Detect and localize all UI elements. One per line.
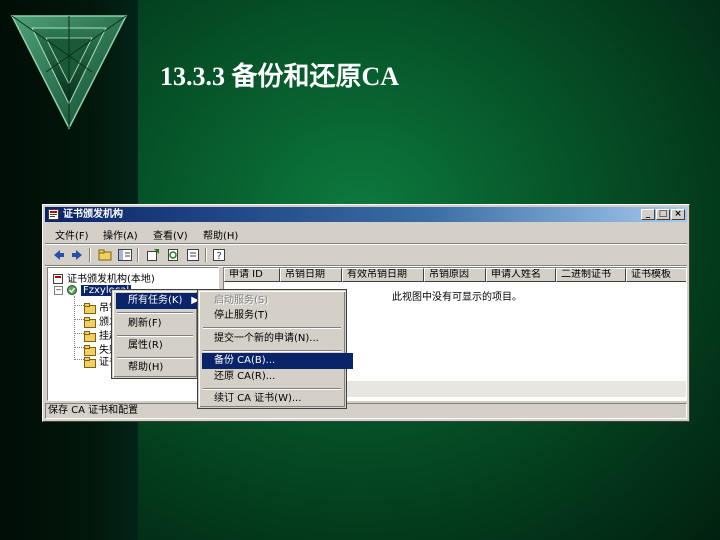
console-tree-icon[interactable] <box>117 247 133 263</box>
status-bar: 保存 CA 证书和配置 <box>45 403 687 419</box>
column-header[interactable]: 吊销日期 <box>280 268 342 282</box>
tree-guide-line <box>74 305 84 306</box>
menu-item-help[interactable]: 帮助(H) <box>116 360 205 376</box>
help-icon[interactable]: ? <box>211 247 227 263</box>
menu-item-renew-ca-cert[interactable]: 续订 CA 证书(W)... <box>202 391 353 407</box>
menu-item-label: 停止服务(T) <box>214 310 268 321</box>
menu-separator <box>117 357 193 359</box>
back-icon[interactable] <box>51 247 67 263</box>
window-titlebar[interactable]: 证书颁发机构 _ □ × <box>45 207 687 222</box>
slide-title: 13.3.3 备份和还原CA <box>160 62 400 91</box>
folder-icon <box>84 356 96 368</box>
menu-item-label: 续订 CA 证书(W)... <box>214 393 302 404</box>
window-title: 证书颁发机构 <box>63 209 123 220</box>
empty-list-message: 此视图中没有可显示的项目。 <box>392 292 522 303</box>
folder-icon <box>84 316 96 328</box>
column-header[interactable]: 申请人姓名 <box>486 268 556 282</box>
up-folder-icon[interactable] <box>97 247 113 263</box>
tree-guide-line <box>74 319 84 320</box>
tree-collapse-toggle[interactable]: − <box>54 286 63 295</box>
menu-item-label: 属性(R) <box>128 340 163 351</box>
forward-icon[interactable] <box>69 247 85 263</box>
menu-item-refresh[interactable]: 刷新(F) <box>116 316 205 332</box>
tree-guide-line <box>74 359 84 360</box>
menu-item-label: 帮助(H) <box>128 362 164 373</box>
toolbar-divider <box>205 248 207 262</box>
menu-separator <box>203 388 341 390</box>
folder-icon <box>84 302 96 314</box>
menu-separator <box>203 350 341 352</box>
tree-root[interactable]: 证书颁发机构(本地) <box>52 270 155 285</box>
menu-bar: 文件(F) 操作(A) 查看(V) 帮助(H) <box>45 224 687 242</box>
triangle-emblem-icon <box>10 15 128 130</box>
menu-item-label: 提交一个新的申请(N)... <box>214 333 319 344</box>
toolbar-divider <box>89 248 91 262</box>
tree-guide-line <box>74 347 84 348</box>
svg-text:?: ? <box>217 251 222 262</box>
minimize-button[interactable]: _ <box>641 209 655 220</box>
menu-action[interactable]: 操作(A) <box>103 227 138 242</box>
menu-view[interactable]: 查看(V) <box>153 227 188 242</box>
ca-server-icon <box>53 274 63 284</box>
menu-separator <box>203 327 341 329</box>
folder-icon <box>84 330 96 342</box>
menu-separator <box>117 312 193 314</box>
maximize-button[interactable]: □ <box>656 209 670 220</box>
menu-item-stop-service[interactable]: 停止服务(T) <box>202 308 353 324</box>
menu-item-properties[interactable]: 属性(R) <box>116 338 205 354</box>
app-icon <box>48 209 59 220</box>
toolbar-divider <box>137 248 139 262</box>
menu-file[interactable]: 文件(F) <box>55 227 89 242</box>
menu-item-label: 备份 CA(B)... <box>214 355 276 366</box>
menu-item-restore-ca[interactable]: 还原 CA(R)... <box>202 369 353 385</box>
menu-help[interactable]: 帮助(H) <box>203 227 238 242</box>
menu-item-label: 所有任务(K) <box>128 295 183 306</box>
menu-item-start-service[interactable]: 启动服务(S) <box>202 293 353 309</box>
menu-separator <box>117 335 193 337</box>
all-tasks-submenu: 启动服务(S) 停止服务(T) 提交一个新的申请(N)... 备份 CA(B).… <box>197 289 353 409</box>
menu-item-submit-request[interactable]: 提交一个新的申请(N)... <box>202 331 353 347</box>
context-menu: 所有任务(K) ▶ 刷新(F) 属性(R) 帮助(H) <box>111 289 205 379</box>
column-header[interactable]: 二进制证书 <box>556 268 626 282</box>
menu-item-label: 刷新(F) <box>128 318 162 329</box>
refresh-icon[interactable] <box>165 247 181 263</box>
properties-icon[interactable] <box>185 247 201 263</box>
export-icon[interactable] <box>145 247 161 263</box>
column-header[interactable]: 有效吊销日期 <box>342 268 424 282</box>
menu-item-backup-ca[interactable]: 备份 CA(B)... <box>202 353 353 369</box>
ca-server-icon <box>67 285 77 295</box>
column-header[interactable]: 证书模板 <box>626 268 686 282</box>
close-button[interactable]: × <box>671 209 685 220</box>
column-header[interactable]: 申请 ID <box>224 268 280 282</box>
tree-guide-line <box>74 333 84 334</box>
menu-item-label: 启动服务(S) <box>214 295 269 306</box>
menu-item-label: 还原 CA(R)... <box>214 371 276 382</box>
column-header[interactable]: 吊销原因 <box>424 268 486 282</box>
menu-item-all-tasks[interactable]: 所有任务(K) ▶ <box>116 293 205 309</box>
toolbar: ? <box>45 245 687 265</box>
